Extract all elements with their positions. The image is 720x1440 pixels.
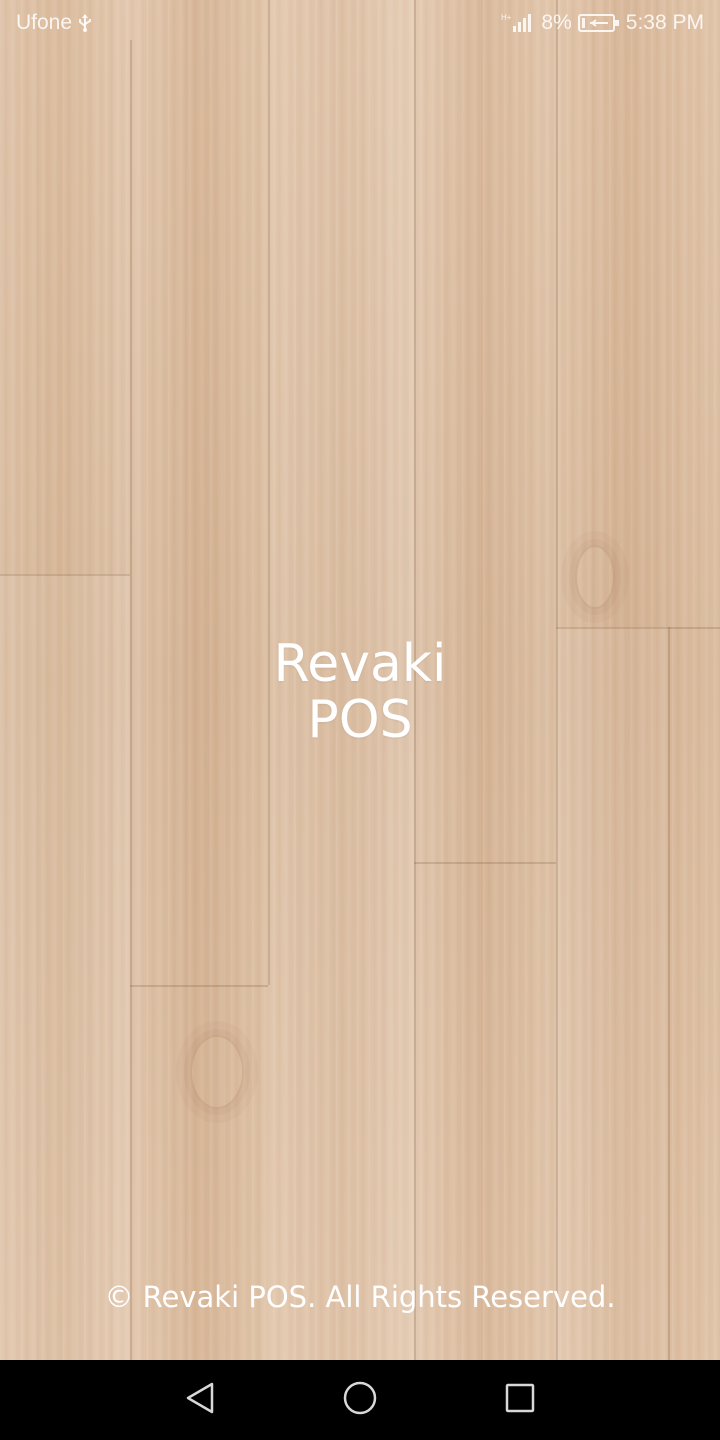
plank-seam [414, 862, 556, 864]
home-button[interactable] [340, 1380, 380, 1420]
app-title-line2: POS [307, 690, 413, 750]
app-title-line1: Revaki [273, 634, 447, 694]
battery-charging-icon [577, 13, 620, 33]
battery-percent: 8% [541, 11, 572, 34]
usb-icon [78, 13, 92, 33]
status-time: 5:38 PM [625, 11, 704, 34]
app-title: Revaki POS [0, 636, 720, 748]
recents-button[interactable] [500, 1380, 540, 1420]
wood-knot [190, 1035, 244, 1109]
navigation-bar [0, 1360, 720, 1440]
splash-screen: Ufone H+ 8% 5:38 PM Revaki POS © Revaki … [0, 0, 720, 1360]
status-bar: Ufone H+ 8% 5:38 PM [0, 0, 720, 48]
status-right: H+ 8% 5:38 PM [501, 11, 704, 35]
signal-icon: H+ [501, 12, 535, 34]
recents-icon [504, 1382, 536, 1418]
home-icon [342, 1380, 378, 1420]
status-left: Ufone [16, 11, 92, 35]
svg-text:H+: H+ [501, 13, 512, 22]
back-icon [184, 1381, 216, 1419]
carrier-name: Ufone [16, 11, 73, 34]
back-button[interactable] [180, 1380, 220, 1420]
copyright-text: © Revaki POS. All Rights Reserved. [104, 1280, 616, 1314]
wood-knot [575, 545, 615, 609]
plank-seam [130, 985, 268, 987]
